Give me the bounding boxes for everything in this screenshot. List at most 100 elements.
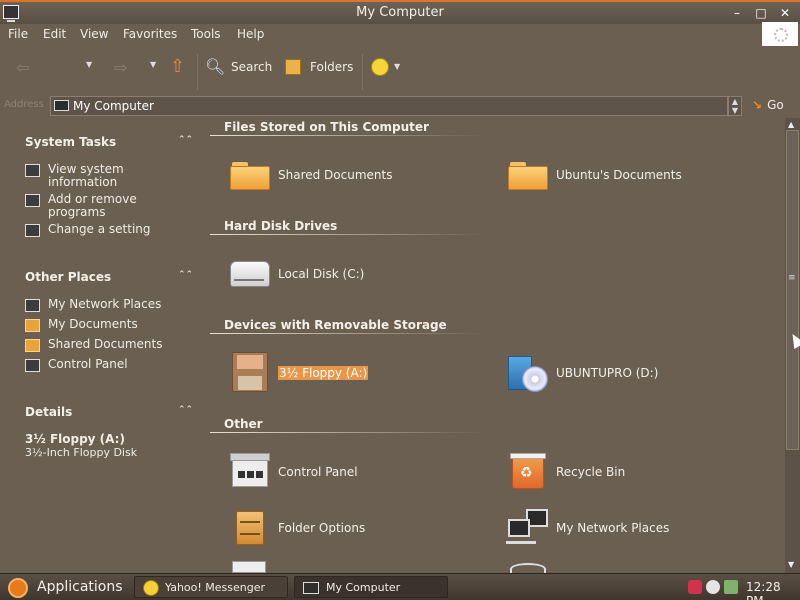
maximize-button[interactable]: □ — [752, 4, 770, 22]
smiley-icon[interactable] — [371, 58, 389, 76]
system-tasks-heading[interactable]: System Tasks — [25, 135, 116, 149]
task-pane: System Tasks ⌃⌃ View system information … — [0, 120, 205, 570]
item-label: Shared Documents — [278, 168, 393, 182]
menu-help[interactable]: Help — [237, 27, 264, 41]
place-label: Control Panel — [48, 357, 128, 371]
window-title: My Computer — [356, 5, 444, 20]
item-label: Recycle Bin — [556, 465, 626, 479]
item-label: My Network Places — [556, 521, 670, 535]
up-folder-button[interactable]: ⇧ — [170, 56, 185, 77]
details-name: 3½ Floppy (A:) — [25, 432, 125, 446]
collapse-chevron-icon[interactable]: ⌃⌃ — [178, 135, 193, 145]
forward-dropdown-icon[interactable]: ▼ — [150, 60, 156, 69]
item-label: Control Panel — [278, 465, 358, 479]
forward-button[interactable]: ⇨ — [114, 58, 127, 77]
control-panel-icon — [228, 451, 272, 491]
task-label: Change a setting — [48, 222, 151, 236]
toolbar-separator — [197, 54, 198, 90]
other-places-heading[interactable]: Other Places — [25, 270, 111, 284]
network-tray-icon[interactable] — [724, 580, 738, 594]
minimize-button[interactable]: – — [728, 4, 746, 22]
address-input[interactable]: My Computer — [50, 96, 728, 116]
network-places-icon — [506, 507, 550, 547]
details-description: 3½-Inch Floppy Disk — [25, 446, 138, 459]
back-button[interactable]: ⇦ — [16, 58, 29, 77]
collapse-chevron-icon[interactable]: ⌃⌃ — [178, 270, 193, 280]
scroll-grip-icon: ≡ — [788, 273, 796, 283]
applications-menu[interactable]: Applications — [37, 579, 123, 595]
folder-icon — [25, 339, 40, 352]
security-tray-icon[interactable] — [688, 580, 702, 594]
group-heading: Files Stored on This Computer — [224, 120, 429, 134]
folder-icon — [25, 319, 40, 332]
menu-file[interactable]: File — [8, 27, 28, 41]
close-button[interactable]: ✕ — [776, 4, 794, 22]
task-my-computer[interactable]: My Computer — [294, 576, 448, 598]
scrollbar-thumb[interactable] — [786, 130, 799, 450]
group-divider — [210, 135, 485, 136]
taskbar: Applications Yahoo! Messenger My Compute… — [0, 573, 800, 600]
place-label: My Documents — [48, 317, 138, 331]
hard-disk-icon — [228, 253, 272, 293]
computer-icon — [303, 582, 319, 594]
address-value[interactable]: My Computer — [73, 99, 154, 113]
control-panel-icon — [25, 224, 40, 237]
folder-icon — [228, 154, 272, 194]
menu-tools[interactable]: Tools — [191, 27, 221, 41]
group-divider — [210, 432, 485, 433]
search-icon: 🔍︎ — [205, 57, 226, 76]
place-label: My Network Places — [48, 297, 162, 311]
item-label: Folder Options — [278, 521, 366, 535]
group-heading: Devices with Removable Storage — [224, 318, 447, 332]
item-label: 3½ Floppy (A:) — [278, 366, 369, 380]
go-arrow-icon: ↘ — [752, 98, 763, 112]
group-heading: Hard Disk Drives — [224, 219, 338, 233]
recycle-bin-icon: ♻ — [506, 451, 550, 491]
group-divider — [210, 234, 485, 235]
title-bar: My Computer – □ ✕ — [0, 0, 800, 24]
ubuntu-logo-icon — [8, 578, 28, 598]
back-dropdown-icon[interactable]: ▼ — [86, 60, 92, 69]
system-info-icon — [25, 164, 40, 177]
loading-throbber-icon — [762, 22, 798, 46]
floppy-disk-icon — [228, 352, 272, 392]
item-label: Local Disk (C:) — [278, 267, 365, 281]
task-label: Add or remove programs — [48, 192, 137, 219]
network-icon — [25, 299, 40, 312]
menu-bar: File Edit View Favorites Tools Help — [0, 24, 800, 46]
folders-button[interactable]: Folders — [310, 60, 353, 74]
programs-icon — [25, 194, 40, 207]
file-view: Files Stored on This Computer Shared Doc… — [205, 118, 785, 573]
menu-view[interactable]: View — [80, 27, 108, 41]
item-label: UBUNTUPRO (D:) — [556, 366, 659, 380]
search-button[interactable]: Search — [231, 60, 272, 74]
scroll-up-icon[interactable]: ▲ — [788, 120, 794, 129]
task-yahoo-messenger[interactable]: Yahoo! Messenger — [134, 576, 288, 598]
messenger-tray-icon[interactable] — [706, 580, 720, 594]
yahoo-messenger-icon — [143, 580, 159, 596]
partial-item-icon — [232, 561, 266, 573]
smiley-dropdown-icon[interactable]: ▼ — [394, 62, 400, 71]
computer-icon — [54, 100, 69, 111]
menu-favorites[interactable]: Favorites — [123, 27, 177, 41]
address-dropdown-button[interactable]: ▲ ▼ — [728, 96, 742, 116]
task-label: View system information — [48, 162, 124, 189]
go-button[interactable]: ↘ Go — [752, 98, 784, 112]
collapse-chevron-icon[interactable]: ⌃⌃ — [178, 405, 193, 415]
folder-options-icon — [228, 507, 272, 547]
partial-item-icon — [510, 563, 546, 573]
group-divider — [210, 333, 485, 334]
task-label: Yahoo! Messenger — [165, 581, 266, 594]
item-label: Ubuntu's Documents — [556, 168, 682, 182]
cd-drive-icon — [506, 352, 550, 392]
toolbar: ⇦ ▼ ⇨ ▼ ⇧ 🔍︎ Search Folders ▼ — [0, 46, 800, 94]
scroll-down-icon[interactable]: ▼ — [788, 560, 794, 569]
menu-edit[interactable]: Edit — [43, 27, 66, 41]
go-label: Go — [767, 98, 784, 112]
folders-icon — [285, 59, 301, 75]
details-heading[interactable]: Details — [25, 405, 72, 419]
clock[interactable]: 12:28 PM — [746, 580, 800, 600]
folder-icon — [506, 154, 550, 194]
place-label: Shared Documents — [48, 337, 163, 351]
toolbar-separator — [362, 54, 363, 90]
